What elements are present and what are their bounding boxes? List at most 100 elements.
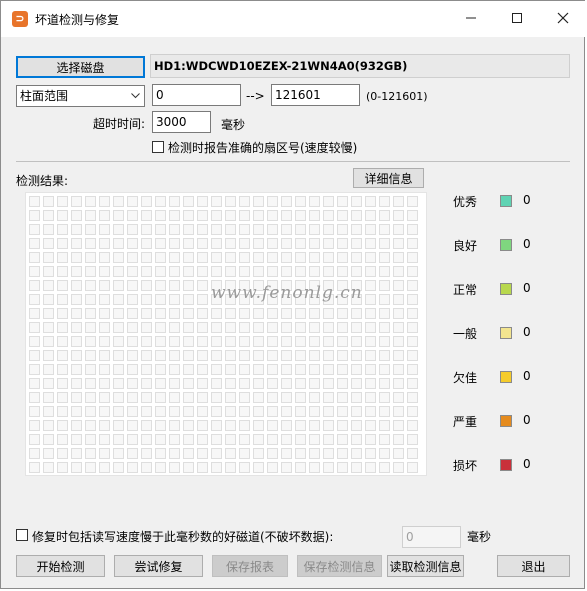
repair-ms-input[interactable]: 0 bbox=[402, 526, 461, 548]
sector-block bbox=[365, 308, 376, 319]
sector-block bbox=[351, 350, 362, 361]
sector-block bbox=[407, 210, 418, 221]
sector-block bbox=[351, 238, 362, 249]
sector-block bbox=[407, 420, 418, 431]
sector-block bbox=[99, 322, 110, 333]
sector-block bbox=[85, 196, 96, 207]
timeout-input[interactable]: 3000 bbox=[152, 111, 211, 133]
sector-block bbox=[57, 238, 68, 249]
sector-block bbox=[183, 420, 194, 431]
sector-block bbox=[169, 434, 180, 445]
sector-block bbox=[379, 266, 390, 277]
select-disk-button[interactable]: 选择磁盘 bbox=[16, 56, 145, 78]
range-mode-select[interactable]: 柱面范围 bbox=[16, 85, 145, 107]
sector-block bbox=[141, 322, 152, 333]
sector-block bbox=[113, 252, 124, 263]
sector-block bbox=[197, 350, 208, 361]
sector-block bbox=[211, 322, 222, 333]
sector-block bbox=[393, 322, 404, 333]
sector-block bbox=[225, 350, 236, 361]
sector-block bbox=[295, 392, 306, 403]
sector-block bbox=[197, 210, 208, 221]
sector-block bbox=[323, 210, 334, 221]
maximize-button[interactable] bbox=[494, 1, 540, 35]
sector-block bbox=[253, 266, 264, 277]
sector-block bbox=[337, 224, 348, 235]
sector-block bbox=[113, 378, 124, 389]
sector-block bbox=[155, 294, 166, 305]
sector-block bbox=[379, 252, 390, 263]
sector-block bbox=[127, 392, 138, 403]
sector-block bbox=[29, 434, 40, 445]
sector-block bbox=[183, 196, 194, 207]
sector-block bbox=[197, 252, 208, 263]
save-report-button[interactable]: 保存报表 bbox=[212, 555, 288, 577]
report-sector-checkbox[interactable] bbox=[152, 141, 164, 153]
sector-block bbox=[57, 448, 68, 459]
start-scan-button[interactable]: 开始检测 bbox=[16, 555, 105, 577]
sector-block bbox=[43, 448, 54, 459]
sector-block bbox=[127, 252, 138, 263]
detail-info-button[interactable]: 详细信息 bbox=[353, 168, 424, 188]
sector-block bbox=[351, 420, 362, 431]
sector-block bbox=[57, 434, 68, 445]
legend-swatch bbox=[500, 415, 512, 427]
sector-block bbox=[169, 336, 180, 347]
sector-block bbox=[295, 224, 306, 235]
sector-block bbox=[43, 406, 54, 417]
save-scan-info-button[interactable]: 保存检测信息 bbox=[297, 555, 382, 577]
sector-block bbox=[85, 238, 96, 249]
sector-block bbox=[197, 280, 208, 291]
sector-block bbox=[155, 196, 166, 207]
range-start-input[interactable]: 0 bbox=[152, 84, 241, 106]
sector-block bbox=[43, 196, 54, 207]
sector-block bbox=[365, 266, 376, 277]
sector-block bbox=[267, 224, 278, 235]
range-end-input[interactable]: 121601 bbox=[271, 84, 360, 106]
legend-label: 严重 bbox=[453, 415, 478, 429]
sector-block bbox=[407, 196, 418, 207]
try-repair-button[interactable]: 尝试修复 bbox=[114, 555, 203, 577]
sector-block bbox=[323, 252, 334, 263]
sector-block bbox=[99, 406, 110, 417]
sector-block bbox=[351, 336, 362, 347]
sector-block bbox=[239, 238, 250, 249]
sector-block bbox=[29, 196, 40, 207]
sector-block bbox=[407, 238, 418, 249]
sector-block bbox=[267, 336, 278, 347]
sector-block bbox=[169, 210, 180, 221]
close-button[interactable] bbox=[540, 1, 586, 35]
sector-block bbox=[337, 364, 348, 375]
sector-block bbox=[407, 378, 418, 389]
report-sector-label: 检测时报告准确的扇区号(速度较慢) bbox=[168, 141, 358, 155]
sector-block bbox=[309, 322, 320, 333]
sector-block bbox=[197, 224, 208, 235]
sector-block bbox=[407, 336, 418, 347]
sector-block bbox=[99, 378, 110, 389]
sector-block bbox=[225, 196, 236, 207]
sector-block bbox=[295, 252, 306, 263]
sector-block bbox=[197, 378, 208, 389]
sector-block bbox=[253, 350, 264, 361]
sector-block bbox=[323, 266, 334, 277]
sector-block bbox=[407, 294, 418, 305]
minimize-button[interactable] bbox=[448, 1, 494, 35]
sector-block bbox=[225, 434, 236, 445]
sector-block bbox=[43, 420, 54, 431]
sector-block bbox=[323, 392, 334, 403]
sector-block bbox=[225, 420, 236, 431]
exit-button[interactable]: 退出 bbox=[497, 555, 570, 577]
repair-slow-checkbox[interactable] bbox=[16, 529, 28, 541]
sector-block bbox=[211, 364, 222, 375]
sector-block bbox=[351, 266, 362, 277]
sector-block bbox=[253, 392, 264, 403]
sector-block bbox=[379, 238, 390, 249]
sector-block bbox=[169, 462, 180, 473]
sector-block bbox=[183, 336, 194, 347]
sector-block bbox=[71, 294, 82, 305]
load-scan-info-button[interactable]: 读取检测信息 bbox=[387, 555, 464, 577]
sector-block bbox=[29, 322, 40, 333]
sector-block bbox=[57, 280, 68, 291]
sector-block bbox=[393, 294, 404, 305]
sector-block bbox=[29, 406, 40, 417]
